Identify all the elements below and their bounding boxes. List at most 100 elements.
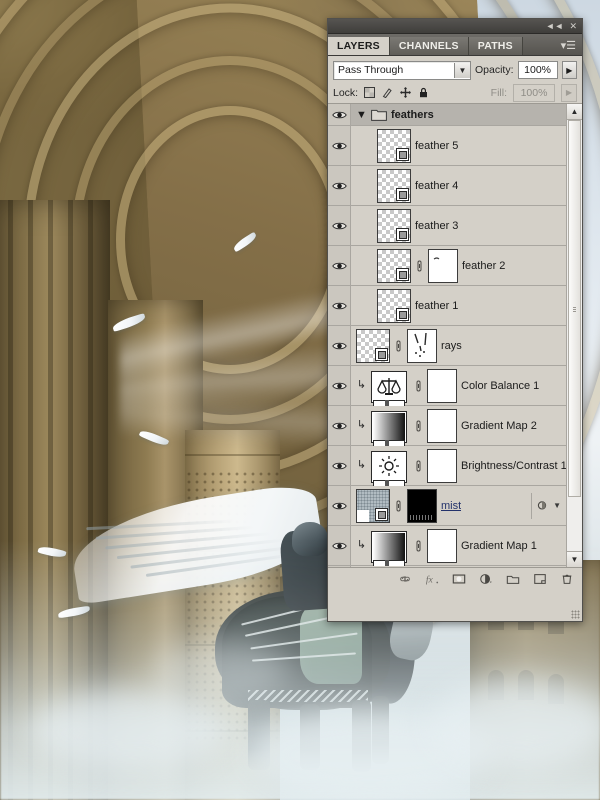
layer-mask-thumbnail[interactable]: [427, 368, 457, 403]
opacity-slider-button[interactable]: ▶: [561, 61, 577, 79]
layer-mask-thumbnail[interactable]: [407, 328, 437, 363]
mask-link-icon[interactable]: [414, 420, 423, 432]
layer-name[interactable]: feather 1: [415, 300, 458, 312]
layer-row-body[interactable]: feather 3: [351, 208, 567, 243]
layer-row-body[interactable]: ↳ Color Balance 1: [351, 368, 567, 408]
layer-visibility-toggle[interactable]: [328, 446, 351, 485]
layer-row-knight[interactable]: knight: [328, 566, 567, 567]
layer-thumbnail[interactable]: [377, 248, 411, 283]
layer-list[interactable]: ▼ feathers feather 5 feather 4 feather 3 feat…: [328, 104, 582, 568]
layer-name[interactable]: Gradient Map 2: [461, 420, 537, 432]
lock-position-icon[interactable]: [400, 87, 412, 98]
layer-row-body[interactable]: ↳ Gradient Map 1: [351, 528, 567, 567]
layer-visibility-toggle[interactable]: [328, 566, 351, 567]
panel-menu-icon[interactable]: ▾☰: [561, 41, 576, 52]
scrollbar-thumb[interactable]: [568, 120, 581, 497]
visibility-eye-icon[interactable]: [331, 181, 347, 191]
layer-thumbnail[interactable]: [377, 288, 411, 323]
layer-row-body[interactable]: feather 4: [351, 168, 567, 203]
adjustment-thumbnail[interactable]: [371, 530, 407, 563]
layer-row-feather-3[interactable]: feather 3: [328, 206, 567, 246]
opacity-input[interactable]: 100%: [517, 61, 558, 79]
mask-link-icon[interactable]: [414, 380, 423, 392]
tab-layers[interactable]: LAYERS: [328, 37, 390, 55]
layer-row-body[interactable]: feather 5: [351, 128, 567, 163]
layer-mask-thumbnail[interactable]: [407, 488, 437, 523]
adjustment-thumbnail[interactable]: [371, 450, 407, 483]
layer-row-body[interactable]: ↳ Brightness/Contrast 1: [351, 448, 567, 488]
layer-row-body[interactable]: mist ▼: [351, 488, 567, 523]
layer-mask-thumbnail[interactable]: [428, 248, 458, 283]
layer-name[interactable]: mist: [441, 500, 461, 512]
layer-name[interactable]: Color Balance 1: [461, 380, 539, 392]
layer-name[interactable]: feather 4: [415, 180, 458, 192]
layer-row-feather-4[interactable]: feather 4: [328, 166, 567, 206]
layer-row-feather-5[interactable]: feather 5: [328, 126, 567, 166]
mask-link-icon[interactable]: [394, 340, 403, 352]
layer-row-feathers[interactable]: ▼ feathers: [328, 104, 567, 126]
layer-row-body[interactable]: ↳ Gradient Map 2: [351, 408, 567, 448]
layer-visibility-toggle[interactable]: [328, 206, 351, 245]
layer-thumbnail[interactable]: [377, 168, 411, 203]
scroll-up-arrow[interactable]: ▲: [567, 104, 582, 120]
layer-visibility-toggle[interactable]: [328, 126, 351, 165]
visibility-eye-icon[interactable]: [331, 261, 347, 271]
layer-row-feather-1[interactable]: feather 1: [328, 286, 567, 326]
layer-thumbnail[interactable]: [356, 328, 390, 363]
layer-row-gradient-map-1[interactable]: ↳ Gradient Map 1: [328, 526, 567, 567]
layer-row-color-balance-1[interactable]: ↳ Color Balance 1: [328, 366, 567, 408]
new-adjustment-layer-icon[interactable]: [479, 572, 493, 586]
mask-link-icon[interactable]: [414, 460, 423, 472]
visibility-eye-icon[interactable]: [331, 341, 347, 351]
layer-row-body[interactable]: ▼ feathers: [351, 109, 567, 121]
layer-name[interactable]: rays: [441, 340, 462, 352]
mask-link-icon[interactable]: [394, 500, 403, 512]
tab-paths[interactable]: PATHS: [468, 37, 523, 55]
layer-style-fx-icon[interactable]: fx: [425, 572, 439, 586]
visibility-eye-icon[interactable]: [331, 501, 347, 511]
blend-mode-select[interactable]: Pass Through ▼: [333, 60, 471, 80]
collapse-icon[interactable]: ◄◄: [546, 21, 564, 31]
layer-name[interactable]: feather 3: [415, 220, 458, 232]
layer-thumbnail[interactable]: [356, 488, 390, 523]
mask-link-icon[interactable]: [414, 540, 423, 552]
lock-image-pixels-icon[interactable]: [382, 87, 393, 98]
resize-grip[interactable]: [571, 610, 580, 619]
visibility-eye-icon[interactable]: [331, 301, 347, 311]
scroll-down-arrow[interactable]: ▼: [567, 551, 582, 567]
lock-all-icon[interactable]: [418, 87, 429, 98]
adjustment-thumbnail[interactable]: [371, 370, 407, 403]
visibility-eye-icon[interactable]: [331, 141, 347, 151]
layer-name[interactable]: Brightness/Contrast 1: [461, 460, 567, 472]
add-layer-mask-icon[interactable]: [452, 572, 466, 586]
mask-link-icon[interactable]: [415, 260, 424, 272]
layer-visibility-toggle[interactable]: [328, 366, 351, 405]
layer-visibility-toggle[interactable]: [328, 246, 351, 285]
delete-layer-icon[interactable]: [560, 572, 574, 586]
visibility-eye-icon[interactable]: [331, 221, 347, 231]
layer-name[interactable]: Gradient Map 1: [461, 540, 537, 552]
layer-visibility-toggle[interactable]: [328, 526, 351, 565]
new-group-icon[interactable]: [506, 572, 520, 586]
visibility-eye-icon[interactable]: [331, 421, 347, 431]
layer-effects-icon[interactable]: [537, 500, 548, 511]
layer-visibility-toggle[interactable]: [328, 166, 351, 205]
layer-row-body[interactable]: feather 1: [351, 288, 567, 323]
layer-row-body[interactable]: feather 2: [351, 248, 567, 283]
visibility-eye-icon[interactable]: [331, 461, 347, 471]
layer-row-gradient-map-2[interactable]: ↳ Gradient Map 2: [328, 406, 567, 448]
layer-row-rays[interactable]: rays: [328, 326, 567, 366]
layer-visibility-toggle[interactable]: [328, 104, 351, 125]
layer-visibility-toggle[interactable]: [328, 406, 351, 445]
layer-mask-thumbnail[interactable]: [427, 528, 457, 563]
visibility-eye-icon[interactable]: [331, 541, 347, 551]
layer-mask-thumbnail[interactable]: [427, 448, 457, 483]
layer-row-brightness-contrast-1[interactable]: ↳ Brightness/Contrast 1: [328, 446, 567, 488]
layer-visibility-toggle[interactable]: [328, 286, 351, 325]
tab-channels[interactable]: CHANNELS: [389, 37, 469, 55]
layer-row-mist[interactable]: mist ▼: [328, 486, 567, 526]
layer-mask-thumbnail[interactable]: [427, 408, 457, 443]
layer-visibility-toggle[interactable]: [328, 326, 351, 365]
close-icon[interactable]: ✕: [569, 21, 577, 31]
layer-name[interactable]: feather 2: [462, 260, 505, 272]
